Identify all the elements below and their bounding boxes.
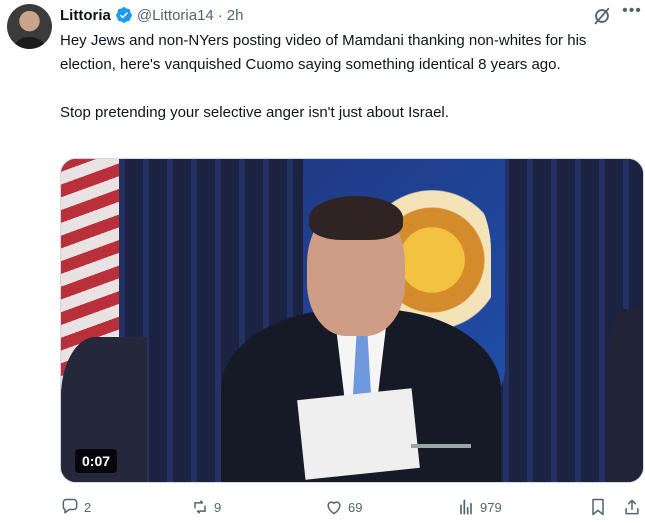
- reply-icon: [62, 498, 78, 514]
- separator: ·: [217, 6, 223, 24]
- tweet-actions: 2 9 69 979: [60, 495, 642, 523]
- like-count: 69: [348, 499, 363, 515]
- repost-count: 9: [214, 499, 222, 515]
- right-person: [607, 309, 643, 482]
- verified-badge-icon: [115, 6, 133, 24]
- share-icon: [625, 499, 639, 515]
- video-player[interactable]: 0:07: [60, 158, 644, 483]
- speaker-hair: [309, 196, 403, 240]
- tweet-header: Littoria @Littoria14 · 2h: [60, 5, 243, 25]
- repost-icon: [194, 500, 206, 514]
- tweet-paragraph: Stop pretending your selective anger isn…: [60, 104, 449, 121]
- bookmark-icon: [592, 498, 604, 516]
- views-button[interactable]: 979: [456, 495, 502, 519]
- heart-icon: [327, 501, 341, 515]
- timestamp[interactable]: 2h: [227, 7, 244, 24]
- bookmark-button[interactable]: [588, 495, 608, 519]
- microphone: [411, 444, 471, 448]
- author-handle[interactable]: @Littoria14: [137, 7, 214, 24]
- view-count: 979: [480, 499, 502, 515]
- reply-count: 2: [84, 499, 92, 515]
- tweet-paragraph: Hey Jews and non-NYers posting video of …: [60, 32, 587, 73]
- author-name[interactable]: Littoria: [60, 7, 111, 24]
- video-duration-badge: 0:07: [75, 449, 118, 473]
- more-icon[interactable]: •••: [622, 3, 642, 25]
- grok-icon[interactable]: [591, 5, 613, 27]
- reply-button[interactable]: 2: [60, 495, 91, 519]
- share-button[interactable]: [622, 495, 642, 519]
- paper-document: [297, 388, 420, 480]
- repost-button[interactable]: 9: [190, 495, 221, 519]
- tweet-text: Hey Jews and non-NYers posting video of …: [60, 29, 630, 125]
- avatar[interactable]: [7, 4, 52, 49]
- like-button[interactable]: 69: [324, 495, 362, 519]
- views-icon: [460, 499, 472, 515]
